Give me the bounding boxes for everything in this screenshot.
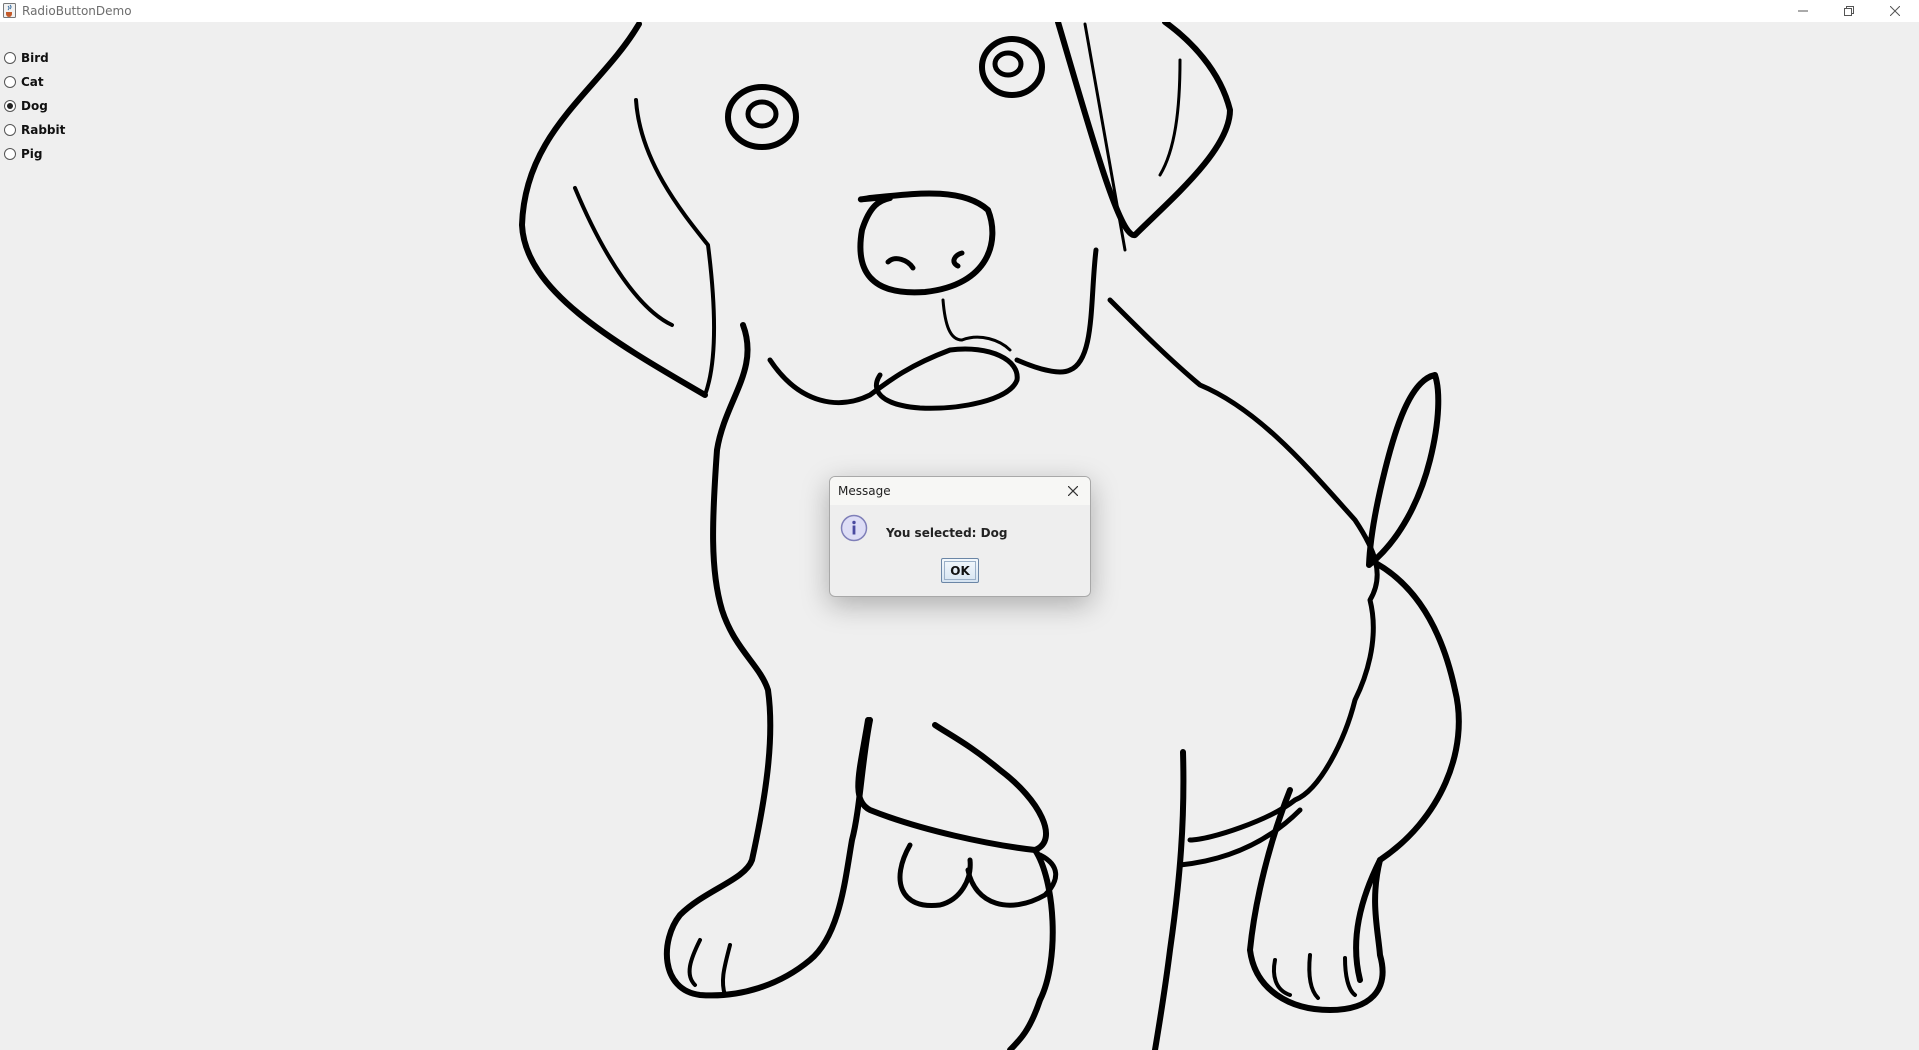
minimize-icon [1798,10,1808,12]
minimize-button[interactable] [1780,0,1826,22]
close-button[interactable] [1872,0,1918,22]
radio-cat-label[interactable]: Cat [21,75,44,89]
ok-button[interactable]: OK [941,558,979,583]
radio-cat-circle[interactable] [4,76,16,88]
radio-bird-circle[interactable] [4,52,16,64]
radio-dog-circle[interactable] [4,100,16,112]
radio-rabbit-circle[interactable] [4,124,16,136]
window-title: RadioButtonDemo [22,4,132,18]
restore-button[interactable] [1826,0,1872,22]
radio-pig-circle[interactable] [4,148,16,160]
information-icon [840,514,868,542]
radio-bird-label[interactable]: Bird [21,51,49,65]
dialog-title-bar[interactable]: Message [830,477,1090,505]
close-icon [1890,6,1900,16]
radio-pig[interactable]: Pig [4,146,43,162]
restore-icon [1844,6,1854,16]
dialog-close-button[interactable] [1064,482,1082,500]
dialog-title: Message [838,484,891,498]
dialog-message: You selected: Dog [886,526,1008,540]
window-title-bar[interactable]: RadioButtonDemo [0,0,1919,22]
radio-pig-label[interactable]: Pig [21,147,43,161]
close-icon [1068,486,1078,496]
radio-cat[interactable]: Cat [4,74,44,90]
java-cup-icon [3,3,16,18]
radio-rabbit[interactable]: Rabbit [4,122,65,138]
radio-dog-label[interactable]: Dog [21,99,48,113]
radio-bird[interactable]: Bird [4,50,49,66]
radio-rabbit-label[interactable]: Rabbit [21,123,65,137]
radio-dog[interactable]: Dog [4,98,48,114]
message-dialog: Message You selected: Dog OK [829,476,1091,597]
